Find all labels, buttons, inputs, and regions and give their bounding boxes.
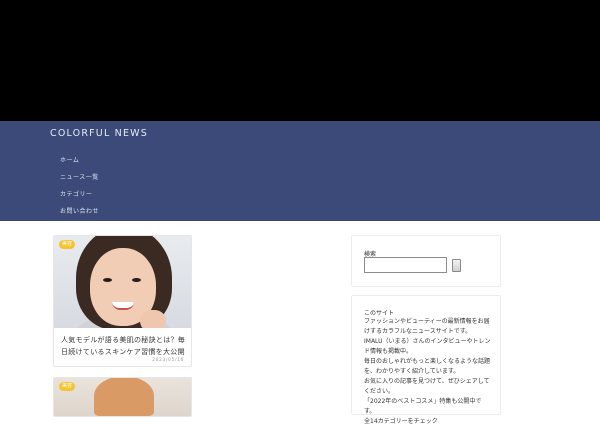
header-hero-image: [0, 0, 600, 121]
post-date: 2023/05/16: [152, 358, 184, 363]
search-input[interactable]: [364, 257, 447, 273]
post-card[interactable]: 美容: [53, 377, 192, 417]
site-title[interactable]: COLORFUL NEWS: [50, 128, 148, 139]
post-thumbnail[interactable]: 美容: [54, 378, 191, 416]
post-card[interactable]: 美容 人気モデルが語る美肌の秘訣とは？毎日続けているスキンケア習慣を大公開 20…: [53, 235, 192, 367]
nav-item-home[interactable]: ホーム: [60, 155, 79, 164]
category-tag[interactable]: 美容: [59, 240, 75, 249]
category-tag[interactable]: 美容: [59, 382, 75, 391]
about-widget: このサイト ファッションやビューティーの最新情報をお届けするカラフルなニュースサ…: [351, 295, 501, 425]
nav-item-news[interactable]: ニュース一覧: [60, 172, 99, 181]
post-title[interactable]: 人気モデルが語る美肌の秘訣とは？毎日続けているスキンケア習慣を大公開: [61, 334, 187, 358]
about-widget-text: ファッションやビューティーの最新情報をお届けするカラフルなニュースサイトです。 …: [364, 318, 491, 425]
nav-item-contact[interactable]: お問い合わせ: [60, 206, 99, 215]
nav-item-category[interactable]: カテゴリー: [60, 189, 93, 198]
search-widget: 検索: [351, 235, 501, 287]
search-button[interactable]: [452, 259, 461, 272]
about-widget-title: このサイト: [364, 310, 395, 317]
post-thumbnail[interactable]: 美容: [54, 236, 191, 328]
